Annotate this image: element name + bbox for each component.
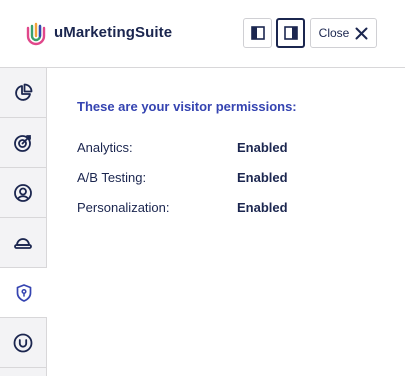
user-profile-icon (14, 183, 32, 202)
permission-label-ab-testing: A/B Testing: (77, 170, 147, 185)
panel-left-icon (250, 26, 265, 40)
sidebar-item-analytics[interactable] (0, 68, 46, 118)
header-bar: uMarketingSuite Close (0, 0, 405, 68)
permission-label-analytics: Analytics: (77, 140, 133, 155)
umarketingsuite-logo-icon (26, 22, 46, 46)
permissions-title: These are your visitor permissions: (77, 99, 297, 114)
umbraco-logo-icon (13, 333, 33, 352)
dock-right-button[interactable] (276, 18, 305, 48)
sidebar (0, 68, 47, 376)
target-icon (14, 134, 31, 152)
hat-icon (14, 237, 32, 249)
close-button[interactable]: Close (310, 18, 377, 48)
permission-label-personalization: Personalization: (77, 200, 170, 215)
sidebar-item-umbraco[interactable] (0, 318, 46, 368)
sidebar-item-goals[interactable] (0, 118, 46, 168)
app-title: uMarketingSuite (54, 24, 173, 41)
permission-value-analytics: Enabled (237, 140, 288, 155)
close-button-label: Close (318, 26, 350, 40)
panel-right-icon (283, 26, 298, 40)
pie-chart-icon (15, 83, 33, 101)
shield-icon (16, 283, 31, 302)
dock-left-button[interactable] (243, 18, 272, 48)
close-icon (355, 27, 368, 39)
sidebar-item-profiles[interactable] (0, 168, 46, 218)
permission-value-ab-testing: Enabled (237, 170, 288, 185)
sidebar-item-personalization[interactable] (0, 218, 46, 268)
sidebar-item-permissions[interactable] (0, 268, 47, 318)
permission-value-personalization: Enabled (237, 200, 288, 215)
